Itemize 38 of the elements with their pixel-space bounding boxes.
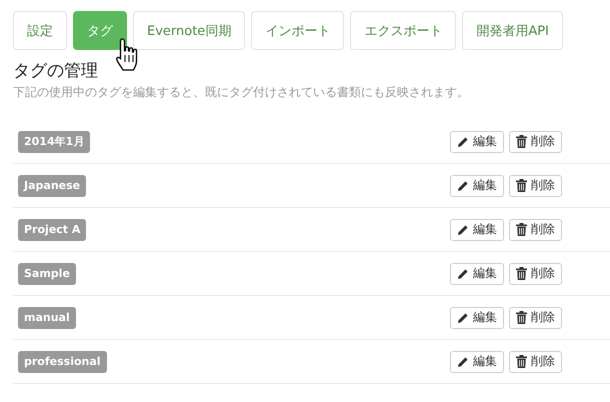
tab[interactable]: 開発者用API <box>462 11 563 50</box>
pencil-icon <box>457 180 469 192</box>
edit-button[interactable]: 編集 <box>450 262 504 284</box>
edit-button[interactable]: 編集 <box>450 174 504 196</box>
trash-icon <box>516 223 527 236</box>
pencil-icon <box>457 136 469 148</box>
pencil-icon <box>457 312 469 324</box>
pencil-icon <box>457 268 469 280</box>
edit-button[interactable]: 編集 <box>450 350 504 372</box>
tab[interactable]: エクスポート <box>350 11 456 50</box>
edit-button[interactable]: 編集 <box>450 218 504 240</box>
tab[interactable]: Evernote同期 <box>133 11 246 50</box>
trash-icon <box>516 135 527 148</box>
delete-button[interactable]: 削除 <box>509 262 562 284</box>
delete-button[interactable]: 削除 <box>509 130 562 152</box>
tag-label: Project A <box>18 218 86 240</box>
tag-label: Sample <box>18 262 76 284</box>
tag-label: manual <box>18 306 76 328</box>
tag-label: 2014年1月 <box>18 130 90 152</box>
tag-label: professional <box>18 350 107 372</box>
edit-button[interactable]: 編集 <box>450 130 504 152</box>
trash-icon <box>516 179 527 192</box>
delete-button[interactable]: 削除 <box>509 218 562 240</box>
section-title: タグの管理 <box>13 60 99 82</box>
edit-button[interactable]: 編集 <box>450 306 504 328</box>
trash-icon <box>516 267 527 280</box>
tag-label: Japanese <box>18 174 86 196</box>
delete-button[interactable]: 削除 <box>509 350 562 372</box>
delete-button[interactable]: 削除 <box>509 174 562 196</box>
hand-cursor-icon <box>114 37 140 73</box>
trash-icon <box>516 311 527 324</box>
delete-button[interactable]: 削除 <box>509 306 562 328</box>
section-description: 下記の使用中のタグを編集すると、既にタグ付けされている書類にも反映されます。 <box>13 84 470 100</box>
tab[interactable]: インポート <box>251 11 344 50</box>
trash-icon <box>516 355 527 368</box>
tab[interactable]: 設定 <box>13 11 67 50</box>
pencil-icon <box>457 224 469 236</box>
pencil-icon <box>457 356 469 368</box>
